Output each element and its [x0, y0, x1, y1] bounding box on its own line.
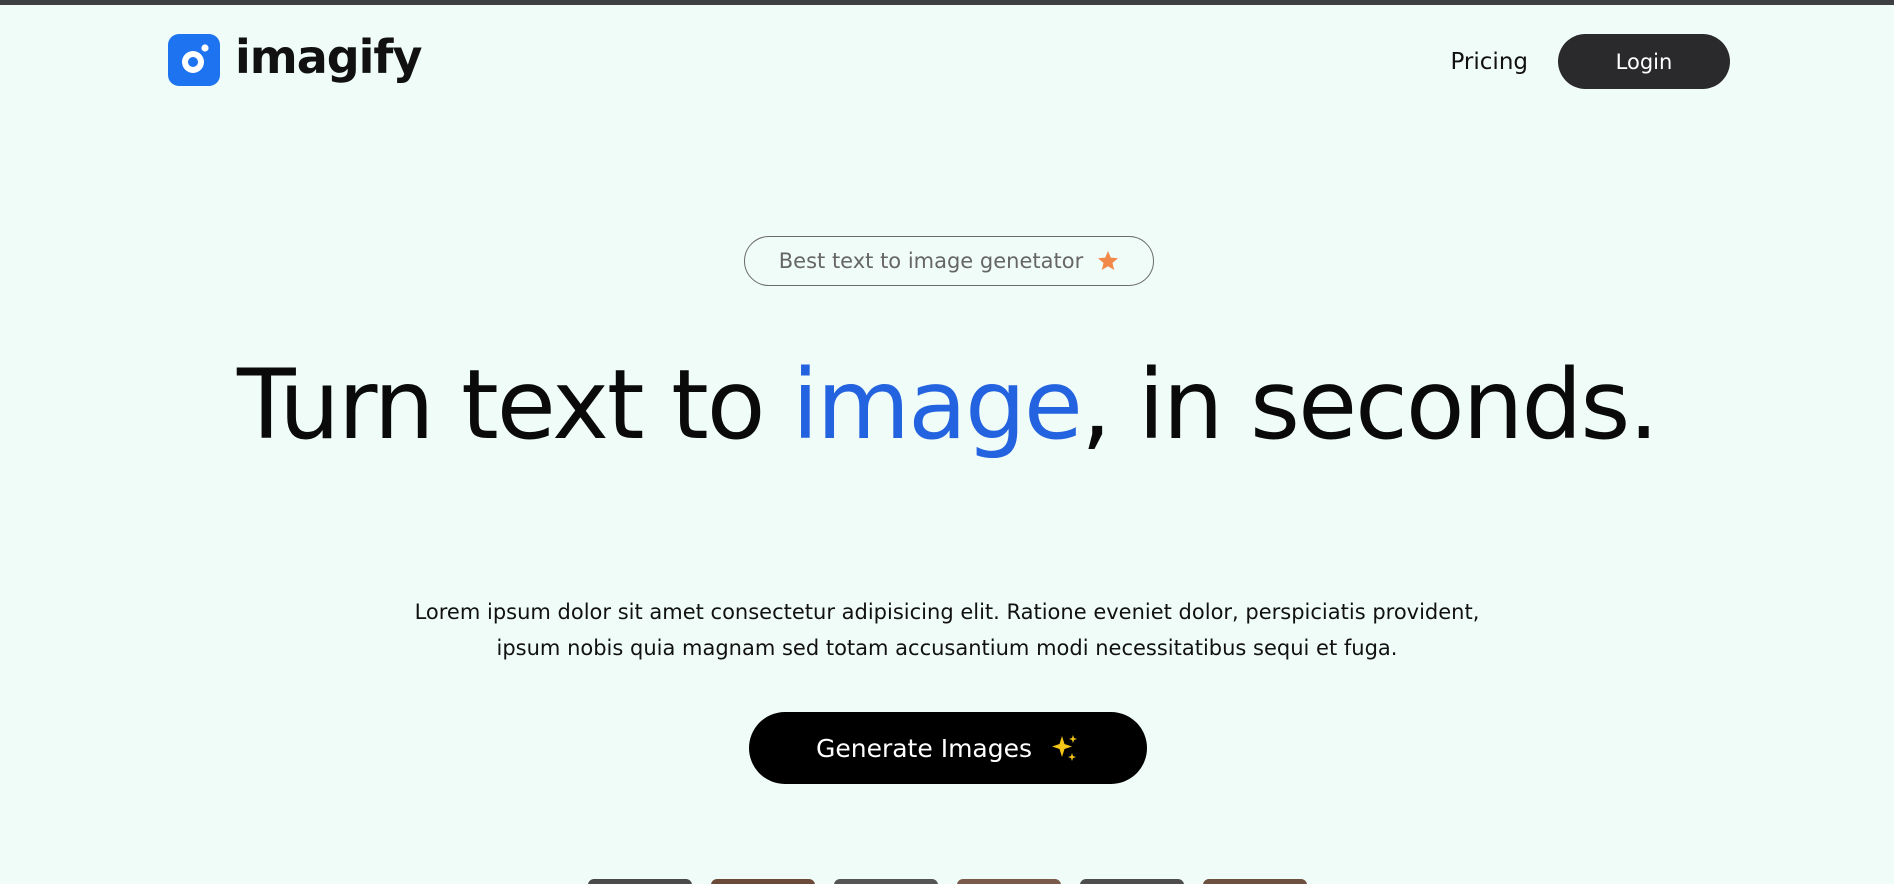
page: imagify Pricing Login Best text to image…: [0, 0, 1894, 884]
title-part2: , in seconds.: [1080, 349, 1659, 461]
sample-image-thumb: [1203, 879, 1307, 884]
sample-image-thumb: [711, 879, 815, 884]
sample-image-thumb: [1080, 879, 1184, 884]
generate-images-button[interactable]: Generate Images: [749, 712, 1147, 784]
sample-image-thumb: [588, 879, 692, 884]
sparkles-icon: [1048, 732, 1080, 764]
login-button[interactable]: Login: [1558, 34, 1730, 89]
camera-lens-icon: [168, 34, 220, 86]
generate-button-label: Generate Images: [815, 733, 1033, 763]
hero-title: Turn text to image, in seconds.: [0, 352, 1894, 458]
sample-image-thumb: [957, 879, 1061, 884]
star-icon: [1097, 250, 1119, 272]
title-part1: Turn text to: [237, 349, 792, 461]
badge-text: Best text to image genetator: [778, 249, 1084, 273]
title-accent: image: [791, 349, 1083, 461]
sample-image-strip: [588, 879, 1326, 884]
brand-name: imagify: [235, 30, 422, 84]
logo-link[interactable]: imagify: [168, 30, 422, 86]
hero-description: Lorem ipsum dolor sit amet consectetur a…: [414, 600, 1480, 660]
sample-image-thumb: [834, 879, 938, 884]
pricing-link[interactable]: Pricing: [1450, 49, 1528, 75]
nav-actions: Pricing Login: [1450, 34, 1730, 89]
navbar: imagify Pricing Login: [0, 5, 1894, 117]
tagline-badge: Best text to image genetator: [744, 236, 1154, 286]
